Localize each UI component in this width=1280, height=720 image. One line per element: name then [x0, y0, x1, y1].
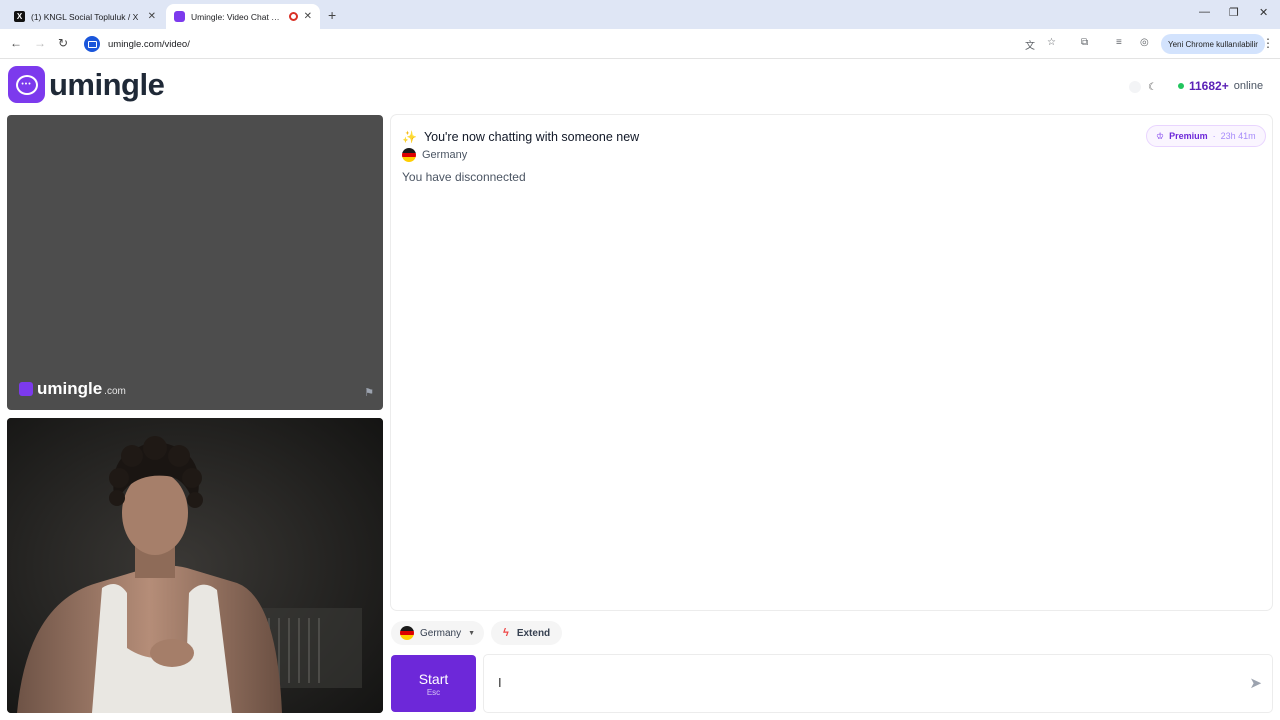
start-shortcut-hint: Esc [426, 687, 441, 697]
online-status-dot [1178, 83, 1184, 89]
new-tab-button[interactable]: + [328, 7, 336, 23]
media-controls-icon[interactable]: ≡ [1116, 37, 1122, 48]
partner-country: Germany [402, 148, 467, 162]
dark-mode-toggle[interactable]: ☾ [1126, 78, 1162, 96]
chat-header: ✨ You're now chatting with someone new [402, 130, 639, 144]
message-input[interactable] [496, 673, 1236, 693]
caret-down-icon: ▼ [468, 629, 476, 637]
country-filter-label: Germany [420, 627, 462, 639]
close-icon[interactable]: ✕ [148, 11, 156, 22]
browser-toolbar: ← → ↻ umingle.com/video/ 文 ☆ ⧉ ≡ ◎ Yeni … [0, 29, 1280, 59]
address-bar[interactable]: umingle.com/video/ [80, 32, 1065, 56]
umingle-logo[interactable]: ••• umingle [8, 66, 165, 103]
text-cursor-icon: I [498, 675, 502, 690]
self-camera-video [7, 418, 383, 713]
bookmark-star-icon[interactable]: ☆ [1047, 37, 1056, 48]
chat-bubble-logo-icon: ••• [8, 66, 45, 103]
stranger-video: umingle .com ⚑ [7, 115, 383, 410]
premium-timer: 23h 41m [1220, 131, 1256, 141]
moon-icon: ☾ [1148, 81, 1157, 93]
start-button[interactable]: Start Esc [391, 655, 476, 712]
chrome-update-pill[interactable]: Yeni Chrome kullanılabilir [1161, 34, 1265, 54]
tab-title: Umingle: Video Chat with S [191, 11, 285, 22]
chat-title-text: You're now chatting with someone new [423, 130, 640, 144]
premium-badge[interactable]: ♔ Premium · 23h 41m [1146, 125, 1266, 147]
chat-panel: ✨ You're now chatting with someone new G… [391, 115, 1272, 610]
tab-title: (1) KNGL Social Topluluk / X [31, 11, 139, 22]
site-info-icon[interactable] [84, 36, 100, 52]
premium-separator: · [1212, 131, 1216, 141]
online-label: online [1233, 80, 1264, 92]
x-logo-icon: X [14, 11, 25, 22]
message-box[interactable]: I ➤ [484, 655, 1272, 712]
sparkles-icon: ✨ [402, 130, 417, 144]
crown-icon: ♔ [1156, 130, 1165, 141]
chrome-update-label: Yeni Chrome kullanılabilir [1168, 39, 1258, 49]
umingle-icon [174, 11, 185, 22]
camera-feed-image [7, 418, 383, 713]
bolt-icon: ϟ [503, 627, 509, 639]
start-label: Start [418, 670, 449, 687]
recording-icon [288, 12, 298, 21]
germany-flag-icon [400, 626, 414, 640]
watermark-brand: umingle [37, 379, 103, 398]
profile-icon[interactable]: ◎ [1140, 37, 1149, 48]
extensions-icon[interactable]: ⧉ [1081, 37, 1088, 48]
report-flag-icon[interactable]: ⚑ [364, 386, 374, 399]
reload-icon[interactable]: ↻ [58, 36, 68, 50]
minimize-icon[interactable]: — [1199, 6, 1210, 18]
watermark-tld: .com [104, 386, 126, 397]
menu-kebab-icon[interactable]: ⋮ [1262, 36, 1274, 50]
back-icon[interactable]: ← [10, 36, 22, 50]
umingle-watermark-icon [19, 382, 33, 396]
restore-icon[interactable]: ❐ [1229, 6, 1239, 19]
premium-label: Premium [1169, 131, 1208, 141]
forward-icon[interactable]: → [34, 36, 46, 50]
url-text: umingle.com/video/ [108, 38, 190, 50]
window-close-icon[interactable]: ✕ [1259, 6, 1268, 19]
tab-x-social[interactable]: X (1) KNGL Social Topluluk / X ✕ [6, 4, 164, 29]
video-watermark: umingle .com [19, 379, 126, 399]
browser-tabstrip: X (1) KNGL Social Topluluk / X ✕ Umingle… [0, 0, 1280, 29]
send-icon[interactable]: ➤ [1249, 674, 1262, 692]
extend-label: Extend [516, 627, 551, 639]
online-count: 11682+ [1189, 79, 1229, 93]
disconnect-message: You have disconnected [402, 170, 526, 184]
translate-icon[interactable]: 文 [1025, 37, 1035, 52]
tab-umingle[interactable]: Umingle: Video Chat with S ✕ [166, 4, 320, 29]
extend-button[interactable]: ϟ Extend [491, 621, 563, 645]
country-filter-dropdown[interactable]: Germany ▼ [391, 621, 485, 645]
online-counter: 11682+ online [1178, 79, 1263, 93]
logo-text: umingle [49, 66, 165, 102]
partner-country-label: Germany [422, 149, 468, 161]
germany-flag-icon [402, 148, 416, 162]
close-icon[interactable]: ✕ [304, 11, 312, 22]
